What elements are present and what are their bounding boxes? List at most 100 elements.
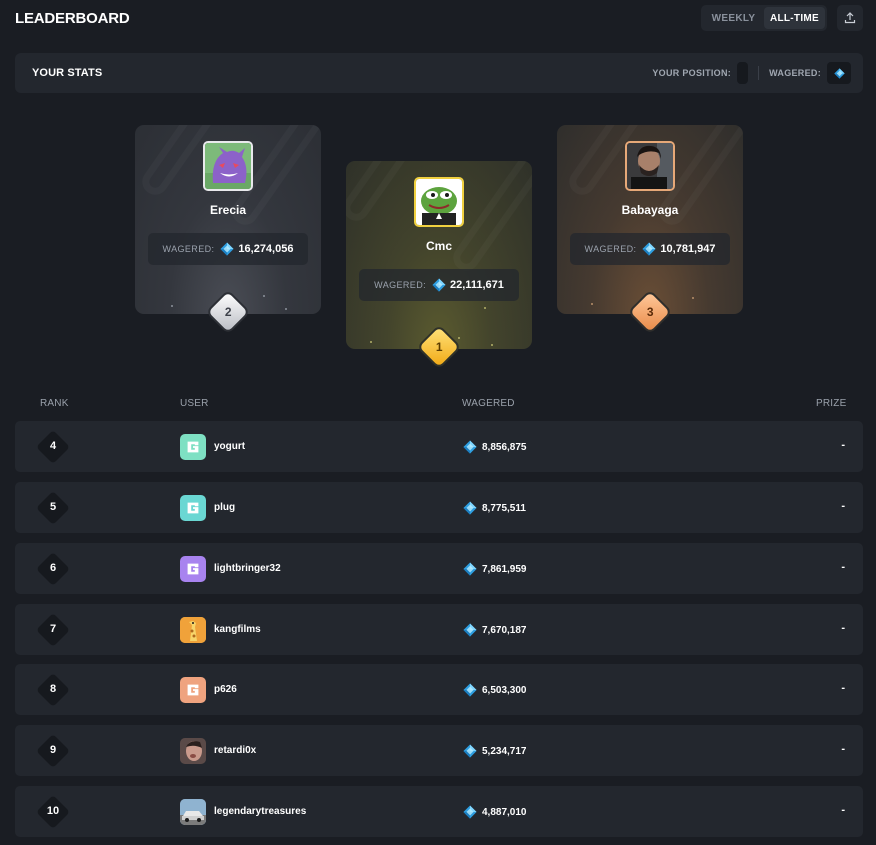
gem-icon	[463, 744, 477, 758]
gem-icon	[463, 501, 477, 515]
rank-number: 3	[646, 305, 654, 319]
username[interactable]: yogurt	[214, 441, 245, 452]
avatar	[180, 738, 206, 764]
podium-name: Erecia	[209, 203, 247, 217]
column-header-rank: RANK	[40, 398, 69, 409]
rank-number: 8	[49, 683, 57, 695]
table-row: 10 legendarytreasures 4,887,010 -	[15, 786, 863, 837]
wagered-label: WAGERED:	[374, 280, 427, 290]
table-row: 4 yogurt 8,856,875 -	[15, 421, 863, 472]
table-row: 9 retardi0x 5,234,717 -	[15, 725, 863, 776]
wagered-amount: 10,781,947	[660, 243, 716, 255]
wagered-label: WAGERED:	[162, 244, 215, 254]
wagered-amount: 5,234,717	[482, 745, 527, 757]
your-stats-summary: YOUR POSITION: WAGERED:	[652, 62, 851, 84]
your-stats-title: YOUR STATS	[32, 67, 103, 79]
logo-icon	[184, 499, 202, 517]
divider	[758, 66, 760, 80]
prize: -	[841, 682, 845, 694]
rank-number: 10	[46, 805, 60, 817]
prize: -	[841, 743, 845, 755]
wagered-amount: 7,670,187	[482, 624, 527, 636]
tab-weekly[interactable]: WEEKLY	[703, 7, 764, 29]
wagered-amount: 22,111,671	[450, 279, 504, 291]
giraffe-avatar-icon	[180, 617, 206, 643]
rank-number: 5	[49, 501, 57, 513]
period-toggle: WEEKLY ALL-TIME	[701, 5, 827, 31]
wagered-amount: 8,775,511	[482, 502, 526, 514]
car-avatar-icon	[180, 799, 206, 825]
avatar	[625, 141, 675, 191]
upload-icon	[844, 12, 856, 24]
row-wager: 7,670,187	[463, 623, 527, 637]
avatar	[203, 141, 253, 191]
row-wager: 8,856,875	[463, 440, 527, 454]
wagered-amount: 6,503,300	[482, 684, 527, 696]
avatar	[180, 434, 206, 460]
wagered-label: WAGERED:	[584, 244, 637, 254]
username[interactable]: kangfilms	[214, 624, 261, 635]
rank-number: 9	[49, 744, 57, 756]
prize: -	[841, 804, 845, 816]
podium-wager: WAGERED: 10,781,947	[570, 233, 730, 265]
avatar	[180, 495, 206, 521]
share-button[interactable]	[837, 5, 863, 31]
column-header-wagered: WAGERED	[462, 398, 515, 409]
rank-number: 7	[49, 623, 57, 635]
username[interactable]: plug	[214, 502, 235, 513]
prize: -	[841, 439, 845, 451]
avatar	[180, 799, 206, 825]
wagered-amount: 16,274,056	[238, 243, 294, 255]
your-position-value	[737, 62, 749, 84]
podium-name: Cmc	[425, 239, 452, 253]
podium-card-first: Cmc WAGERED: 22,111,671 1	[346, 161, 532, 367]
logo-icon	[184, 560, 202, 578]
gem-icon	[463, 440, 477, 454]
logo-icon	[184, 681, 202, 699]
row-wager: 8,775,511	[463, 501, 526, 515]
gem-icon	[463, 623, 477, 637]
header: LEADERBOARD WEEKLY ALL-TIME	[15, 0, 863, 36]
column-header-user: USER	[180, 398, 209, 409]
wagered-amount: 7,861,959	[482, 563, 527, 575]
row-wager: 6,503,300	[463, 683, 527, 697]
your-wagered-value	[827, 62, 851, 84]
gem-icon	[463, 683, 477, 697]
row-wager: 7,861,959	[463, 562, 527, 576]
frog-avatar-icon	[416, 179, 462, 225]
podium-name: Babayaga	[621, 203, 679, 217]
podium-wager: WAGERED: 16,274,056	[148, 233, 308, 265]
ghost-avatar-icon	[205, 143, 251, 189]
rank-number: 6	[49, 562, 57, 574]
gem-icon	[432, 278, 446, 292]
username[interactable]: p626	[214, 684, 237, 695]
column-header-prize: PRIZE	[816, 398, 847, 409]
username[interactable]: legendarytreasures	[214, 806, 306, 817]
avatar	[180, 677, 206, 703]
your-stats-bar: YOUR STATS YOUR POSITION: WAGERED:	[15, 53, 863, 93]
table-row: 8 p626 6,503,300 -	[15, 664, 863, 715]
table-row: 7 kangfilms 7,670,187 -	[15, 604, 863, 655]
row-wager: 5,234,717	[463, 744, 527, 758]
podium-wager: WAGERED: 22,111,671	[359, 269, 519, 301]
rank-number: 1	[435, 340, 443, 354]
prize: -	[841, 561, 845, 573]
gem-icon	[220, 242, 234, 256]
podium-card-third: Babayaga WAGERED: 10,781,947 3	[557, 125, 743, 332]
your-wagered-label: WAGERED:	[769, 68, 821, 78]
avatar	[414, 177, 464, 227]
username[interactable]: lightbringer32	[214, 563, 281, 574]
rank-number: 4	[49, 440, 57, 452]
gem-icon	[463, 562, 477, 576]
your-position-label: YOUR POSITION:	[652, 68, 732, 78]
prize: -	[841, 622, 845, 634]
wagered-amount: 4,887,010	[482, 806, 527, 818]
photo-avatar-icon	[180, 738, 206, 764]
row-wager: 4,887,010	[463, 805, 527, 819]
tab-all-time[interactable]: ALL-TIME	[764, 7, 825, 29]
gem-icon	[463, 805, 477, 819]
username[interactable]: retardi0x	[214, 745, 256, 756]
portrait-avatar-icon	[627, 143, 673, 189]
table-row: 6 lightbringer32 7,861,959 -	[15, 543, 863, 594]
avatar	[180, 556, 206, 582]
